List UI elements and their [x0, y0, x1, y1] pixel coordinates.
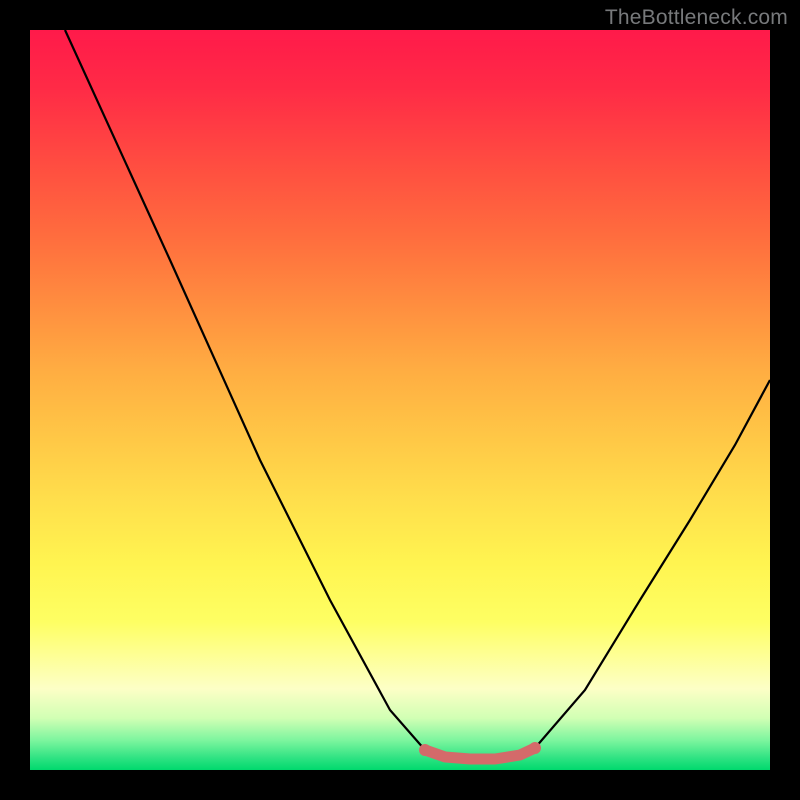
valley-dot-left: [419, 744, 431, 756]
valley-dot-right: [529, 742, 541, 754]
valley-floor: [425, 748, 535, 759]
chart-svg: [30, 30, 770, 770]
right-curve: [535, 380, 770, 748]
chart-plot-area: [30, 30, 770, 770]
watermark-text: TheBottleneck.com: [605, 6, 788, 30]
left-curve: [65, 30, 425, 750]
